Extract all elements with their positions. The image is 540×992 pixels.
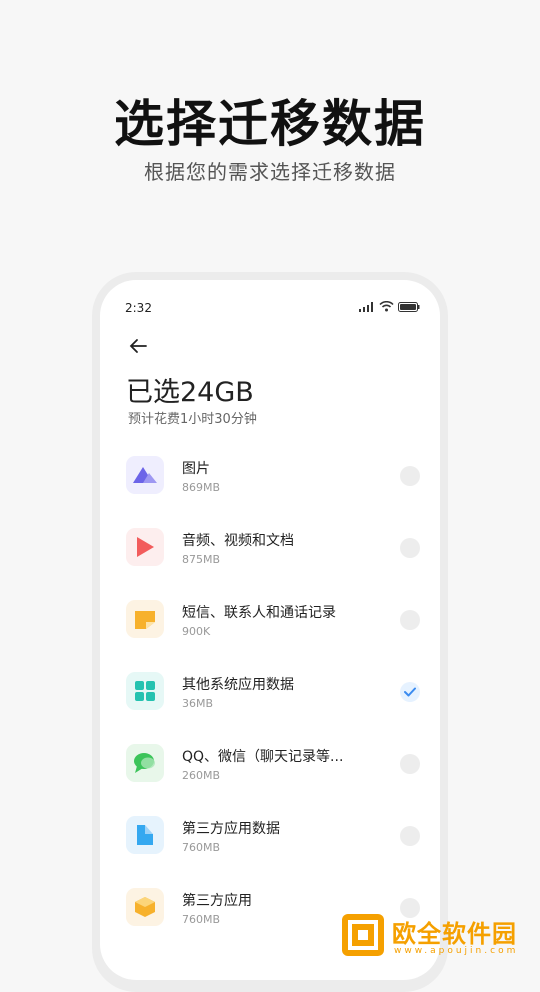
list-item-title: 图片 <box>182 461 210 477</box>
list-item-third-party-data[interactable]: 第三方应用数据 760MB <box>100 808 440 880</box>
phone-screen: 2:32 已选24GB 预计花费1小时30分钟 图片 869MB 音频、视频和文… <box>100 280 440 980</box>
select-checkbox[interactable] <box>400 538 420 558</box>
list-item-size: 869MB <box>182 481 221 494</box>
data-type-list: 图片 869MB 音频、视频和文档 875MB 短信、联系人和通话记录 900K… <box>100 448 440 952</box>
battery-icon <box>398 301 420 312</box>
file-icon <box>126 816 164 854</box>
chat-icon <box>126 744 164 782</box>
list-item-title: 短信、联系人和通话记录 <box>182 605 336 621</box>
selected-size-title: 已选24GB <box>126 377 254 408</box>
select-checkbox[interactable] <box>400 610 420 630</box>
headline: 选择迁移数据 <box>114 95 426 153</box>
estimated-time: 预计花费1小时30分钟 <box>128 412 257 427</box>
logo-mark-icon <box>342 914 384 956</box>
list-item-title: 第三方应用数据 <box>182 821 280 837</box>
watermark-logo: 欧全软件园 www.apoujin.com <box>340 912 540 960</box>
wifi-icon <box>379 301 394 312</box>
list-item-size: 875MB <box>182 553 221 566</box>
list-item-title: 其他系统应用数据 <box>182 677 294 693</box>
list-item-size: 900K <box>182 625 211 638</box>
subline: 根据您的需求选择迁移数据 <box>144 160 396 184</box>
list-item-photos[interactable]: 图片 869MB <box>100 448 440 520</box>
list-item-title: 第三方应用 <box>182 893 252 909</box>
list-item-messages[interactable]: 短信、联系人和通话记录 900K <box>100 592 440 664</box>
select-checkbox[interactable] <box>400 466 420 486</box>
list-item-title: QQ、微信（聊天记录等... <box>182 749 344 765</box>
list-item-size: 36MB <box>182 697 214 710</box>
message-icon <box>126 600 164 638</box>
list-item-system-apps[interactable]: 其他系统应用数据 36MB <box>100 664 440 736</box>
status-bar-icons <box>359 301 420 312</box>
list-item-title: 音频、视频和文档 <box>182 533 294 549</box>
status-time: 2:32 <box>125 301 152 315</box>
play-icon <box>126 528 164 566</box>
list-item-size: 760MB <box>182 913 221 926</box>
list-item-qq-wechat[interactable]: QQ、微信（聊天记录等... 260MB <box>100 736 440 808</box>
back-arrow-icon[interactable] <box>126 334 150 358</box>
list-item-size: 260MB <box>182 769 221 782</box>
signal-icon <box>359 301 373 312</box>
select-checkbox-checked[interactable] <box>400 682 420 702</box>
list-item-size: 760MB <box>182 841 221 854</box>
apps-grid-icon <box>126 672 164 710</box>
watermark-url: www.apoujin.com <box>394 946 519 956</box>
select-checkbox[interactable] <box>400 826 420 846</box>
checkmark-icon <box>404 687 416 697</box>
select-checkbox[interactable] <box>400 754 420 774</box>
watermark-name: 欧全软件园 <box>392 920 517 948</box>
list-item-media[interactable]: 音频、视频和文档 875MB <box>100 520 440 592</box>
image-icon <box>126 456 164 494</box>
cube-icon <box>126 888 164 926</box>
